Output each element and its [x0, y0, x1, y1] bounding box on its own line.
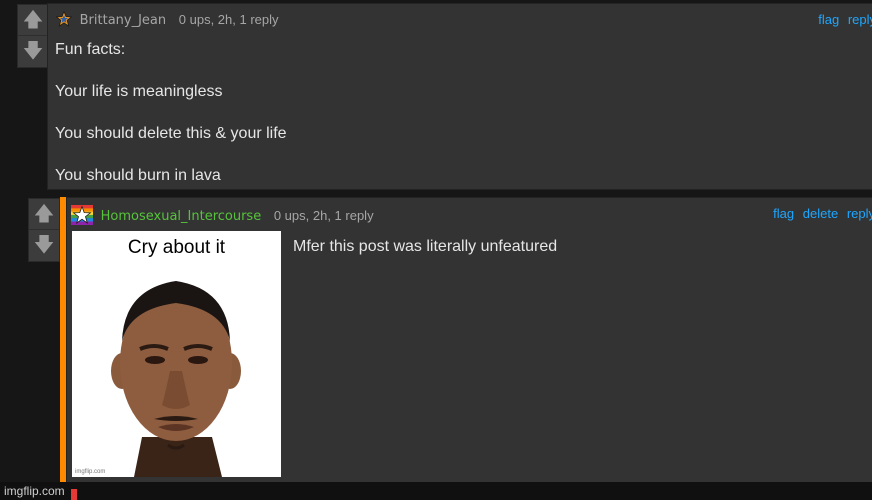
comment-stats: 0 ups, 2h, 1 reply — [178, 11, 279, 27]
comment-line: You should burn in lava — [55, 167, 221, 184]
red-marker — [71, 489, 77, 500]
comment: Homosexual_Intercourse 0 ups, 2h, 1 repl… — [66, 197, 872, 483]
comment-meta: Homosexual_Intercourse 0 ups, 2h, 1 repl… — [71, 205, 374, 228]
vote-column: 🡅 🡇 — [28, 198, 60, 262]
vote-column: 🡅 🡇 — [17, 4, 49, 68]
downvote-arrow-icon[interactable]: 🡇 — [18, 35, 48, 66]
comment-body: Fun facts: Your life is meaningless You … — [55, 39, 287, 207]
comment-line: Your life is meaningless — [55, 83, 223, 100]
comment-actions: flag reply — [813, 12, 872, 27]
footer-bar: imgflip.com — [0, 482, 872, 500]
upvote-arrow-icon[interactable]: 🡅 — [29, 199, 59, 229]
imgflip-watermark: imgflip.com — [4, 484, 65, 498]
comment-body: Mfer this post was literally unfeatured — [293, 238, 558, 255]
flag-link[interactable]: flag — [818, 12, 839, 27]
delete-link[interactable]: delete — [803, 206, 838, 221]
comment-line: You should delete this & your life — [55, 125, 287, 142]
meme-small-watermark: imgflip.com — [75, 469, 106, 475]
upvote-arrow-icon[interactable]: 🡅 — [18, 5, 48, 35]
username[interactable]: Brittany_Jean — [80, 13, 167, 28]
comment-meta: Brittany_Jean 0 ups, 2h, 1 reply — [55, 10, 279, 30]
comment-stats: 0 ups, 2h, 1 reply — [273, 207, 374, 223]
username[interactable]: Homosexual_Intercourse — [101, 209, 262, 224]
comment-line: Fun facts: — [55, 41, 126, 58]
comment: Brittany_Jean 0 ups, 2h, 1 reply flag re… — [47, 3, 872, 190]
comment-actions: flag delete reply — [768, 206, 872, 221]
rainbow-star-badge-icon — [71, 205, 93, 228]
meme-image[interactable]: Cry about it imgflip.com — [72, 231, 281, 477]
star-badge-icon — [55, 10, 73, 30]
flag-link[interactable]: flag — [773, 206, 794, 221]
reply-link[interactable]: reply — [847, 206, 872, 221]
downvote-arrow-icon[interactable]: 🡇 — [29, 229, 59, 260]
face-illustration — [111, 281, 241, 477]
reply-link[interactable]: reply — [848, 12, 872, 27]
